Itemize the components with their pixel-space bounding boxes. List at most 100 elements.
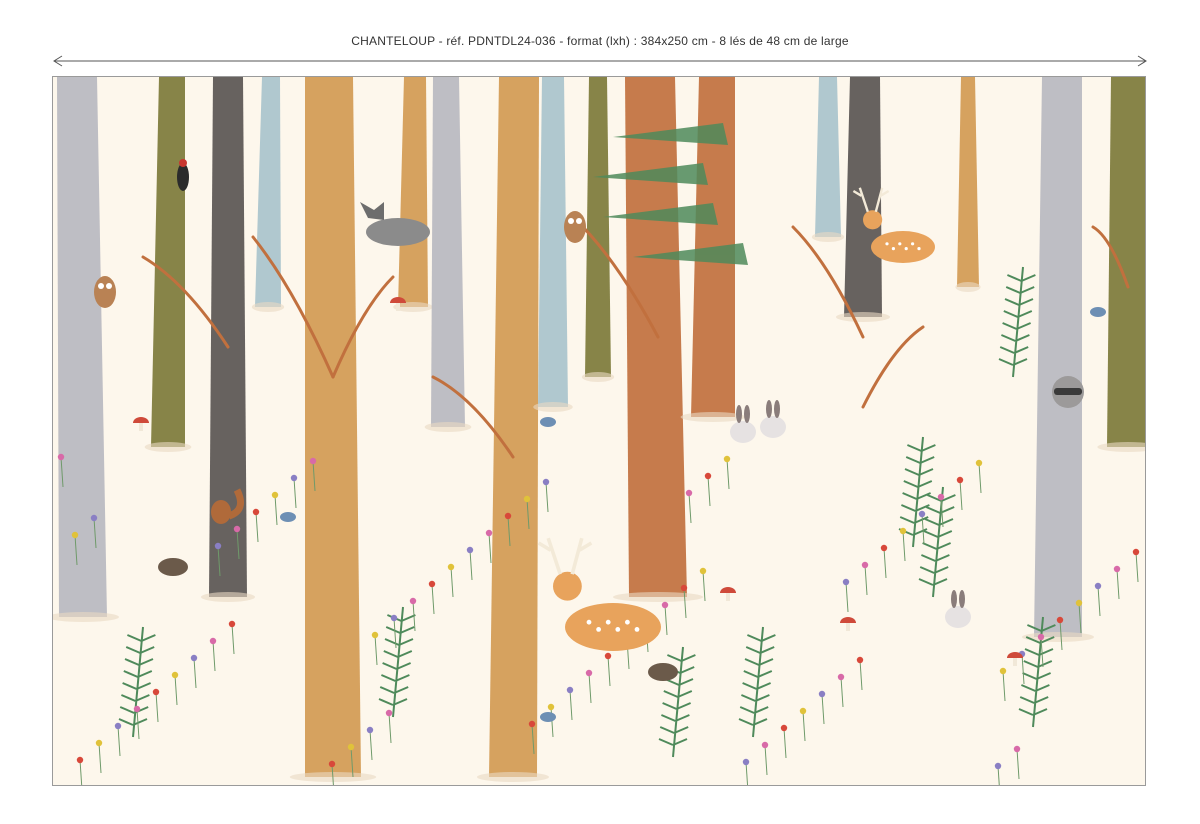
mushroom-stem bbox=[139, 422, 143, 431]
deer-spot bbox=[891, 247, 895, 251]
tree-trunk bbox=[431, 77, 465, 427]
flower-head bbox=[252, 508, 260, 516]
hedgehog-body bbox=[648, 663, 678, 681]
width-dimension-arrow bbox=[53, 55, 1147, 67]
trunk-shadow bbox=[251, 302, 285, 312]
flower-head bbox=[95, 739, 103, 747]
bird-icon bbox=[540, 712, 556, 722]
flower-head bbox=[1132, 548, 1140, 556]
forest-scene bbox=[53, 77, 1145, 785]
flower-head bbox=[371, 631, 379, 639]
raccoon-mask bbox=[1054, 388, 1082, 395]
flower-head bbox=[585, 669, 593, 677]
tree-trunk bbox=[305, 77, 361, 777]
flower-head bbox=[956, 476, 964, 484]
trunk-shadow bbox=[144, 442, 192, 452]
flower-head bbox=[390, 614, 398, 622]
rabbit-body bbox=[730, 421, 756, 443]
trunk-shadow bbox=[424, 422, 472, 432]
tree-trunk bbox=[1034, 77, 1082, 637]
flower-head bbox=[347, 743, 355, 751]
mushroom-stem bbox=[846, 622, 850, 631]
hedgehog-icon bbox=[648, 663, 678, 681]
trunk-shadow bbox=[533, 402, 573, 412]
deer-spot bbox=[911, 242, 915, 246]
deer-head bbox=[863, 210, 883, 230]
flower-head bbox=[504, 512, 512, 520]
deer-spot bbox=[885, 242, 889, 246]
owl-icon bbox=[564, 211, 586, 243]
deer-spot bbox=[596, 627, 601, 632]
bird-body bbox=[1090, 307, 1106, 317]
flower-head bbox=[409, 597, 417, 605]
owl-eye bbox=[98, 283, 104, 289]
flower-head bbox=[680, 584, 688, 592]
flower-head bbox=[704, 472, 712, 480]
tree-trunk bbox=[585, 77, 611, 377]
flower-head bbox=[899, 527, 907, 535]
woodpecker-body bbox=[177, 163, 189, 191]
trunk-shadow bbox=[811, 232, 845, 242]
owl-body bbox=[94, 276, 116, 308]
flower-head bbox=[880, 544, 888, 552]
deer-head bbox=[553, 571, 582, 601]
flower-head bbox=[366, 726, 374, 734]
bird-body bbox=[540, 417, 556, 427]
hedgehog-icon bbox=[158, 558, 188, 576]
flower-head bbox=[842, 578, 850, 586]
flower-head bbox=[328, 760, 336, 768]
deer-spot bbox=[615, 627, 621, 632]
rabbit-body bbox=[760, 416, 786, 438]
flower-head bbox=[761, 741, 769, 749]
flower-head bbox=[428, 580, 436, 588]
flower-head bbox=[856, 656, 864, 664]
flower-head bbox=[723, 455, 731, 463]
bird-icon bbox=[1090, 307, 1106, 317]
wolf-body bbox=[366, 218, 430, 246]
mushroom-stem bbox=[396, 302, 400, 311]
woodpecker-crest bbox=[179, 159, 187, 167]
trunk-shadow bbox=[477, 772, 549, 782]
flower-head bbox=[523, 495, 531, 503]
flower-head bbox=[742, 758, 750, 766]
deer-spot bbox=[586, 619, 592, 625]
flower-head bbox=[233, 525, 241, 533]
flower-head bbox=[799, 707, 807, 715]
trunk-shadow bbox=[581, 372, 615, 382]
flower-head bbox=[271, 491, 279, 499]
flower-head bbox=[190, 654, 198, 662]
flower-head bbox=[542, 478, 550, 486]
trunk-shadow bbox=[680, 412, 746, 422]
flower-head bbox=[228, 620, 236, 628]
rabbit-ear bbox=[951, 590, 957, 608]
deer-spot bbox=[904, 247, 908, 251]
flower-head bbox=[975, 459, 983, 467]
flower-head bbox=[1013, 745, 1021, 753]
bird-icon bbox=[280, 512, 296, 522]
tree-trunk bbox=[815, 77, 841, 237]
mural-caption: CHANTELOUP - réf. PDNTDL24-036 - format … bbox=[351, 34, 849, 48]
flower-head bbox=[566, 686, 574, 694]
flower-head bbox=[818, 690, 826, 698]
flower-head bbox=[661, 601, 669, 609]
flower-head bbox=[528, 720, 536, 728]
flower-head bbox=[1113, 565, 1121, 573]
flower-head bbox=[152, 688, 160, 696]
flower-head bbox=[1037, 633, 1045, 641]
flower-head bbox=[57, 453, 65, 461]
flower-head bbox=[604, 652, 612, 660]
flower-head bbox=[71, 531, 79, 539]
deer-spot bbox=[917, 247, 921, 251]
deer-spot bbox=[625, 619, 630, 625]
flower-head bbox=[861, 561, 869, 569]
flower-head bbox=[994, 762, 1002, 770]
deer-spot bbox=[634, 627, 640, 632]
owl-icon bbox=[94, 276, 116, 308]
flower-head bbox=[133, 705, 141, 713]
flower-head bbox=[837, 673, 845, 681]
flower-head bbox=[685, 489, 693, 497]
trunk-shadow bbox=[836, 312, 890, 322]
flower-head bbox=[918, 510, 926, 518]
rabbit-ear bbox=[959, 590, 965, 608]
deer-spot bbox=[605, 619, 611, 625]
